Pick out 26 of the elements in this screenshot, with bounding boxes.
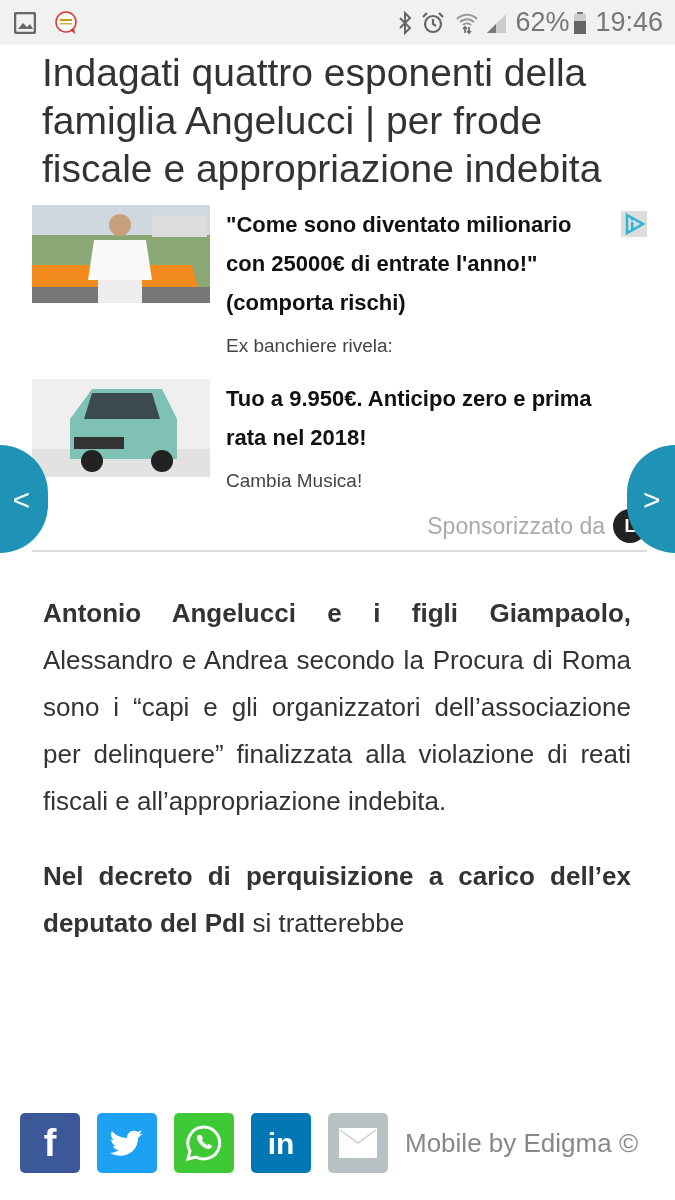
credit-text: Mobile by Edigma ©	[405, 1126, 639, 1160]
alarm-icon	[421, 10, 446, 35]
article-paragraph: Antonio Angelucci e i figli Giampaolo, Alessandro e Andrea secondo la Procura di Roma sono i “capi e gli organizzatori dell’associazione per delinquere” finalizzata alla violazione di reati fiscali e all’appropriazione indebita.	[43, 596, 631, 818]
facebook-button[interactable]: f	[20, 1113, 80, 1173]
envelope-icon	[339, 1128, 377, 1158]
article-paragraph: Nel decreto di perquisizione a carico dell’ex deputato del Pdl si tratterebbe	[43, 859, 631, 940]
bird-icon	[110, 1129, 144, 1157]
app-icon	[54, 10, 78, 35]
previous-button[interactable]: <	[0, 445, 48, 553]
clock: 19:46	[595, 6, 663, 40]
article-headline: Indagati quattro esponenti della famiglia Angelucci | per frode fiscale e appropriazione indebita	[42, 50, 603, 192]
battery-icon	[573, 10, 588, 35]
ad-title-link[interactable]: "Come sono diventato milionario con 25000€ di entrate l'anno!" (comporta rischi)	[226, 205, 613, 322]
sponsor-label: Sponsorizzato da	[427, 512, 605, 541]
ad-source: Cambia Musica!	[226, 468, 364, 493]
email-button[interactable]	[328, 1113, 388, 1173]
twitter-button[interactable]	[97, 1113, 157, 1173]
gallery-icon	[14, 11, 36, 34]
whatsapp-icon	[184, 1123, 224, 1163]
ad-title-link[interactable]: Tuo a 9.950€. Anticipo zero e prima rata nel 2018!	[226, 378, 613, 457]
whatsapp-button[interactable]	[174, 1113, 234, 1173]
battery-percentage: 62%	[515, 6, 570, 40]
linkedin-button[interactable]: in	[251, 1113, 311, 1173]
ad-source: Ex banchiere rivela:	[226, 334, 394, 358]
bluetooth-icon	[397, 10, 414, 35]
adchoices-icon[interactable]	[621, 211, 647, 237]
